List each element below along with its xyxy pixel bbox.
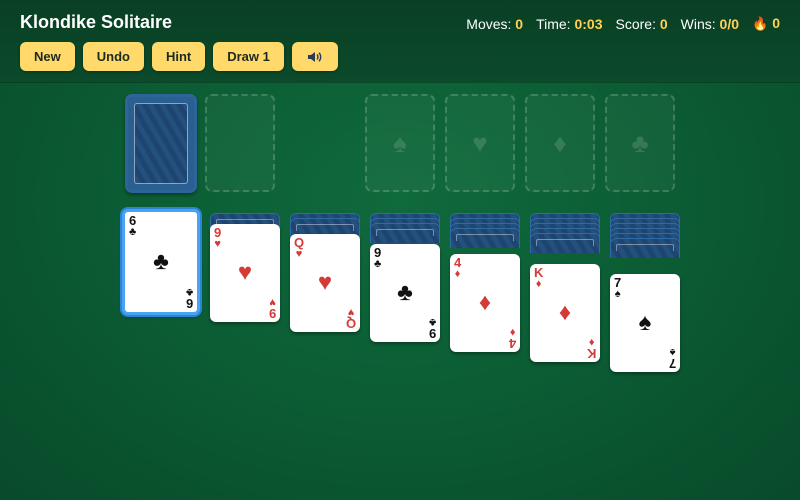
card-rank: 9 [268, 306, 276, 321]
suit-icon: ♦ [478, 289, 492, 316]
tableau-card[interactable]: Q ♥ ♥ Q ♥ [290, 234, 360, 332]
wins-value: 0/0 [719, 15, 740, 32]
card-corner-bottom: K ♦ [586, 336, 596, 361]
top-bar: Klondike Solitaire Moves: 0 Time: 0:03 S… [0, 0, 800, 82]
stock-pile[interactable] [125, 94, 197, 193]
card-rank: K [586, 346, 596, 361]
streak-stat: 🔥 0 [752, 15, 780, 32]
card-corner-top: 7 ♠ [614, 276, 621, 300]
new-game-button[interactable]: New [20, 42, 75, 71]
moves-stat: Moves: 0 [466, 16, 523, 32]
tableau-card[interactable]: 6 ♣ ♣ 6 ♣ [122, 209, 200, 315]
tableau-card[interactable]: 9 ♣ ♣ 9 ♣ [370, 244, 440, 342]
suit-icon: ♦ [535, 278, 542, 290]
foundation-clubs[interactable]: ♣ [605, 94, 675, 192]
toolbar: New Undo Hint Draw 1 [20, 42, 338, 71]
card-corner-bottom: Q ♥ [345, 306, 356, 331]
draw-mode-button[interactable]: Draw 1 [213, 42, 284, 71]
waste-pile[interactable] [205, 94, 275, 192]
flame-icon: 🔥 [752, 16, 769, 31]
club-icon: ♣ [631, 127, 649, 158]
diamond-icon: ♦ [553, 127, 567, 158]
card-corner-bottom: 9 ♣ [428, 316, 436, 341]
card-back [134, 103, 188, 184]
suit-icon: ♣ [397, 279, 413, 306]
card-rank: 6 [185, 296, 193, 311]
tableau-card[interactable]: 9 ♥ ♥ 9 ♥ [210, 224, 280, 322]
time-stat: Time: 0:03 [536, 16, 602, 32]
suit-icon: ♠ [614, 288, 621, 300]
time-value: 0:03 [574, 15, 603, 32]
suit-icon: ♦ [454, 268, 461, 280]
card-rank: 4 [508, 336, 516, 351]
suit-icon: ♣ [374, 258, 382, 270]
score-label: Score: [615, 15, 656, 32]
wins-stat: Wins: 0/0 [681, 16, 739, 32]
foundation-diamonds[interactable]: ♦ [525, 94, 595, 192]
undo-button[interactable]: Undo [82, 42, 144, 71]
facedown-card [610, 238, 680, 258]
facedown-card [450, 228, 520, 248]
hint-button[interactable]: Hint [151, 42, 206, 71]
suit-icon: ♥ [214, 238, 221, 250]
suit-icon: ♣ [428, 316, 436, 328]
card-corner-top: Q ♥ [294, 236, 304, 260]
score-stat: Score: 0 [616, 16, 668, 32]
suit-icon: ♠ [669, 346, 676, 358]
tableau-card[interactable]: 4 ♦ ♦ 4 ♦ [450, 254, 520, 352]
card-rank: 7 [668, 356, 676, 371]
facedown-card [530, 233, 600, 253]
suit-icon: ♥ [269, 296, 276, 308]
card-corner-bottom: 7 ♠ [668, 346, 676, 371]
stats-bar: Moves: 0 Time: 0:03 Score: 0 Wins: 0/0 🔥… [466, 15, 780, 32]
foundation-spades[interactable]: ♠ [365, 94, 435, 192]
facedown-card [370, 223, 440, 243]
card-corner-bottom: 6 ♣ [185, 286, 193, 311]
suit-icon: ♥ [237, 259, 253, 286]
moves-value: 0 [515, 15, 524, 32]
card-rank: Q [345, 316, 356, 331]
sound-toggle-button[interactable] [291, 42, 338, 71]
card-corner-top: 9 ♥ [214, 226, 221, 250]
speaker-icon [307, 51, 322, 62]
suit-icon: ♣ [129, 226, 137, 238]
card-corner-bottom: 9 ♥ [268, 296, 276, 321]
tableau-card[interactable]: 7 ♠ ♠ 7 ♠ [610, 274, 680, 372]
card-corner-bottom: 4 ♦ [508, 326, 516, 351]
suit-icon: ♦ [558, 299, 572, 326]
score-value: 0 [659, 15, 668, 32]
spade-icon: ♠ [393, 127, 407, 158]
card-rank: 9 [428, 326, 436, 341]
card-corner-top: K ♦ [534, 266, 543, 290]
suit-icon: ♥ [317, 269, 333, 296]
foundation-hearts[interactable]: ♥ [445, 94, 515, 192]
streak-value: 0 [772, 15, 780, 31]
moves-label: Moves: [466, 15, 512, 32]
wins-label: Wins: [680, 15, 716, 32]
suit-icon: ♠ [638, 309, 652, 336]
heart-icon: ♥ [472, 127, 488, 158]
tableau-card[interactable]: K ♦ ♦ K ♦ [530, 264, 600, 362]
suit-icon: ♣ [185, 286, 193, 298]
suit-icon: ♣ [153, 248, 169, 275]
suit-icon: ♦ [509, 326, 516, 338]
time-label: Time: [536, 15, 571, 32]
suit-icon: ♥ [295, 248, 303, 260]
card-corner-top: 4 ♦ [454, 256, 461, 280]
card-corner-top: 6 ♣ [129, 214, 136, 238]
game-title: Klondike Solitaire [20, 12, 173, 32]
card-corner-top: 9 ♣ [374, 246, 381, 270]
